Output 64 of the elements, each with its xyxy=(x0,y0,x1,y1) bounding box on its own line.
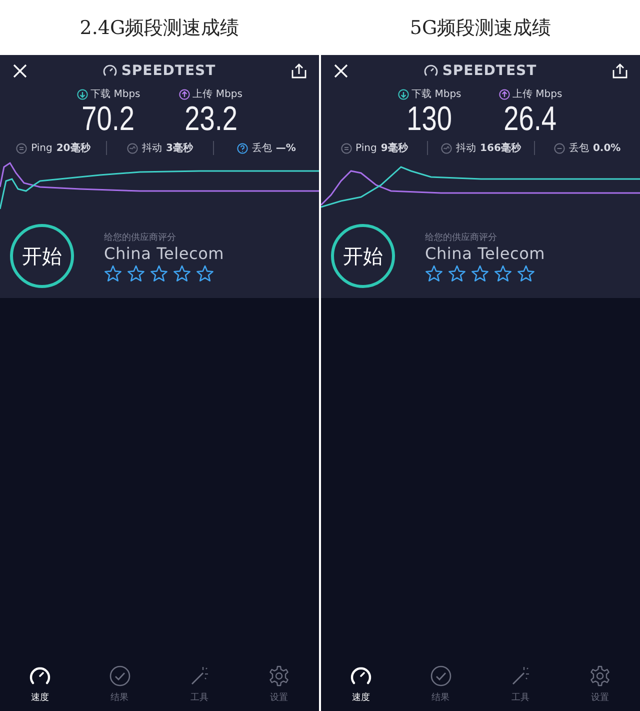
gauge-icon xyxy=(350,665,372,687)
jitter-label: 抖动 xyxy=(142,142,162,155)
app-logo: SPEEDTEST xyxy=(121,63,216,79)
tab[interactable]: 结果 xyxy=(400,659,480,711)
tab[interactable]: 工具 xyxy=(160,659,240,711)
download-speed: 130 xyxy=(406,101,452,137)
jitter-value: 3毫秒 xyxy=(166,141,193,155)
loss-value: 0.0% xyxy=(592,142,621,154)
download-speed: 70.2 xyxy=(82,101,135,137)
gauge-icon xyxy=(28,665,51,687)
gauge-icon xyxy=(424,64,438,78)
gauge-icon xyxy=(103,64,118,78)
ping-value: 9毫秒 xyxy=(380,141,408,155)
jitter-label: 抖动 xyxy=(456,142,476,155)
star-icon[interactable] xyxy=(494,264,512,282)
star-icon[interactable] xyxy=(173,264,191,282)
settings-icon xyxy=(268,665,290,687)
loss-value: —% xyxy=(276,142,296,154)
tab[interactable]: 设置 xyxy=(239,659,319,711)
provider-name: China Telecom xyxy=(425,244,546,262)
download-icon xyxy=(76,88,88,100)
share-icon[interactable] xyxy=(612,63,628,79)
panel-heading: 2.4G频段测速成绩 xyxy=(80,16,240,40)
star-icon[interactable] xyxy=(196,264,214,282)
upload-speed: 23.2 xyxy=(184,101,238,137)
checkmark-icon xyxy=(108,665,131,687)
provider-name: China Telecom xyxy=(104,244,224,262)
ping-label: Ping xyxy=(31,142,52,154)
settings-icon xyxy=(589,665,612,687)
star-icon[interactable] xyxy=(425,264,443,282)
download-icon xyxy=(398,88,409,100)
upload-speed: 26.4 xyxy=(504,101,557,137)
upload-icon xyxy=(498,88,510,100)
star-icon[interactable] xyxy=(448,264,466,282)
close-icon[interactable] xyxy=(333,63,349,79)
panel-heading: 5G频段测速成绩 xyxy=(410,16,552,40)
upload-label: 上传 Mbps xyxy=(192,88,242,101)
tab[interactable]: 设置 xyxy=(560,659,640,711)
ping-value: 20毫秒 xyxy=(56,141,90,155)
jitter-value: 166毫秒 xyxy=(480,141,521,155)
upload-label: 上传 Mbps xyxy=(512,88,562,101)
ping-label: Ping xyxy=(356,142,377,154)
rating-prompt: 给您的供应商评分 xyxy=(425,232,498,244)
close-icon[interactable] xyxy=(12,63,28,79)
loss-label: 丢包 xyxy=(252,142,272,155)
tab[interactable]: 结果 xyxy=(80,659,160,711)
star-icon[interactable] xyxy=(471,264,489,282)
download-label: 下载 Mbps xyxy=(412,88,462,101)
share-icon[interactable] xyxy=(291,63,307,79)
star-icon[interactable] xyxy=(104,264,122,282)
star-icon[interactable] xyxy=(150,264,168,282)
tab[interactable]: 速度 xyxy=(0,659,80,711)
upload-icon xyxy=(178,88,190,100)
app-logo: SPEEDTEST xyxy=(442,63,537,79)
star-icon[interactable] xyxy=(517,264,535,282)
checkmark-icon xyxy=(430,665,452,687)
start-button[interactable]: 开始 xyxy=(331,224,395,288)
loss-label: 丢包 xyxy=(568,142,589,155)
star-icon[interactable] xyxy=(127,264,145,282)
rating-prompt: 给您的供应商评分 xyxy=(104,232,177,244)
download-label: 下载 Mbps xyxy=(90,88,140,101)
start-button[interactable]: 开始 xyxy=(10,224,74,288)
tab[interactable]: 速度 xyxy=(321,659,401,711)
tab[interactable]: 工具 xyxy=(480,659,560,711)
